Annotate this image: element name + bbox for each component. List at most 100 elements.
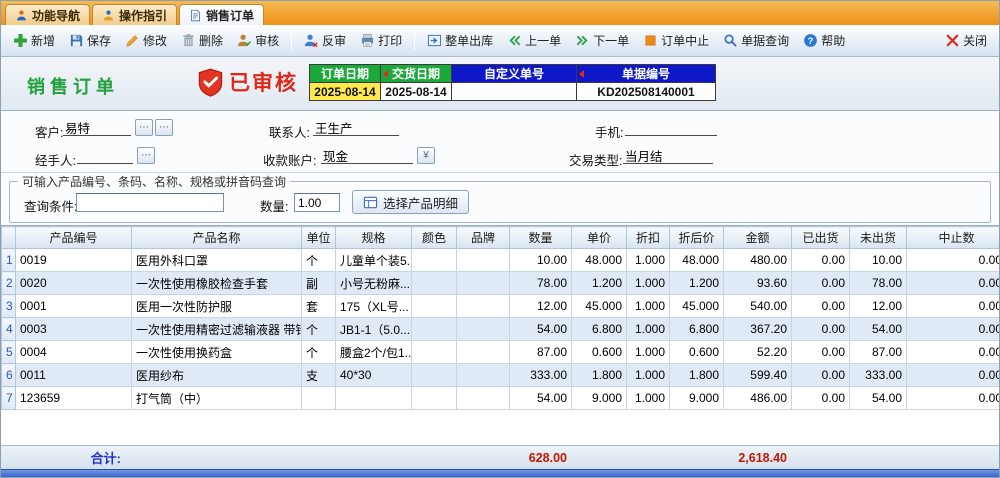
cell[interactable]: 个 — [302, 249, 336, 272]
cell[interactable]: 486.00 — [724, 387, 792, 410]
cell[interactable]: 45.000 — [670, 295, 724, 318]
row-number[interactable]: 7 — [2, 387, 16, 410]
tab-function-nav[interactable]: 功能导航 — [5, 4, 90, 25]
cell[interactable]: JB1-1（5.0... — [336, 318, 412, 341]
cell[interactable]: 0019 — [16, 249, 132, 272]
cell[interactable]: 0003 — [16, 318, 132, 341]
cell[interactable]: 0.00 — [907, 249, 1000, 272]
delete-button[interactable]: 删除 — [175, 28, 229, 53]
cell[interactable]: 0.600 — [670, 341, 724, 364]
unaudit-button[interactable]: 反审 — [298, 28, 352, 53]
cell[interactable]: 87.00 — [510, 341, 572, 364]
cell[interactable]: 1.800 — [670, 364, 724, 387]
cell[interactable]: 儿童单个装5... — [336, 249, 412, 272]
cell[interactable]: 小号无粉麻... — [336, 272, 412, 295]
column-header[interactable]: 颜色 — [412, 227, 457, 249]
cell[interactable]: 打气筒（中） — [132, 387, 302, 410]
cell[interactable]: 540.00 — [724, 295, 792, 318]
cell[interactable]: 1.000 — [627, 249, 670, 272]
column-header[interactable]: 折后价 — [670, 227, 724, 249]
cell[interactable]: 支 — [302, 364, 336, 387]
audit-button[interactable]: 审核 — [231, 28, 285, 53]
edit-button[interactable]: 修改 — [119, 28, 173, 53]
cell[interactable]: 333.00 — [510, 364, 572, 387]
cell[interactable]: 0.00 — [792, 295, 850, 318]
tab-sales-order[interactable]: 销售订单 — [179, 4, 264, 25]
cell[interactable]: 0.00 — [792, 341, 850, 364]
cell[interactable]: 1.200 — [572, 272, 627, 295]
cell[interactable]: 腰盒2个/包1... — [336, 341, 412, 364]
table-row[interactable]: 7123659打气筒（中）54.009.0001.0009.000486.000… — [2, 387, 1000, 410]
column-header[interactable]: 数量 — [510, 227, 572, 249]
cell[interactable]: 一次性使用精密过滤输液器 带针 — [132, 318, 302, 341]
row-number[interactable]: 2 — [2, 272, 16, 295]
cell[interactable]: 12.00 — [850, 295, 907, 318]
cell[interactable]: 0.00 — [792, 272, 850, 295]
column-header[interactable]: 中止数 — [907, 227, 1000, 249]
cell[interactable] — [412, 364, 457, 387]
cell[interactable]: 1.000 — [627, 318, 670, 341]
cell[interactable] — [412, 249, 457, 272]
doc-query-button[interactable]: 单据查询 — [717, 28, 795, 53]
print-button[interactable]: 打印 — [354, 28, 408, 53]
cell[interactable]: 0.00 — [792, 387, 850, 410]
cell[interactable]: 78.00 — [510, 272, 572, 295]
trade-type-field[interactable] — [623, 147, 713, 164]
cell[interactable]: 1.000 — [627, 295, 670, 318]
column-header[interactable]: 单位 — [302, 227, 336, 249]
abort-order-button[interactable]: 订单中止 — [637, 28, 715, 53]
cell[interactable]: 1.000 — [627, 272, 670, 295]
doc-no-value[interactable]: KD202508140001 — [576, 82, 716, 101]
cell[interactable]: 78.00 — [850, 272, 907, 295]
cell[interactable]: 52.20 — [724, 341, 792, 364]
cell[interactable]: 个 — [302, 318, 336, 341]
cell[interactable]: 10.00 — [510, 249, 572, 272]
cell[interactable] — [412, 318, 457, 341]
table-row[interactable]: 50004一次性使用换药盒个腰盒2个/包1...87.000.6001.0000… — [2, 341, 1000, 364]
table-row[interactable]: 20020一次性使用橡胶检查手套副小号无粉麻...78.001.2001.000… — [2, 272, 1000, 295]
cell[interactable]: 367.20 — [724, 318, 792, 341]
cell[interactable]: 175（XL号... — [336, 295, 412, 318]
cell[interactable]: 0020 — [16, 272, 132, 295]
column-header[interactable]: 产品编号 — [16, 227, 132, 249]
tab-operation-guide[interactable]: 操作指引 — [92, 4, 177, 25]
save-button[interactable]: 保存 — [63, 28, 117, 53]
cell[interactable]: 套 — [302, 295, 336, 318]
row-number[interactable]: 4 — [2, 318, 16, 341]
contact-field[interactable] — [313, 119, 399, 136]
cell[interactable]: 0.00 — [907, 318, 1000, 341]
condition-input[interactable] — [76, 193, 224, 212]
cell[interactable]: 0.00 — [907, 364, 1000, 387]
next-order-button[interactable]: 下一单 — [569, 28, 635, 53]
order-date-value[interactable]: 2025-08-14 — [309, 82, 381, 101]
cell[interactable]: 9.000 — [572, 387, 627, 410]
cell[interactable]: 1.000 — [627, 341, 670, 364]
cell[interactable] — [457, 318, 510, 341]
cell[interactable]: 副 — [302, 272, 336, 295]
cell[interactable]: 10.00 — [850, 249, 907, 272]
cell[interactable] — [457, 272, 510, 295]
cell[interactable]: 6.800 — [670, 318, 724, 341]
cell[interactable]: 0.00 — [792, 318, 850, 341]
cell[interactable]: 0.600 — [572, 341, 627, 364]
cell[interactable]: 6.800 — [572, 318, 627, 341]
column-header[interactable]: 产品名称 — [132, 227, 302, 249]
cell[interactable]: 0.00 — [792, 364, 850, 387]
cell[interactable] — [412, 272, 457, 295]
mobile-field[interactable] — [625, 119, 717, 136]
cell[interactable]: 54.00 — [510, 387, 572, 410]
cell[interactable]: 48.000 — [670, 249, 724, 272]
cell[interactable] — [412, 295, 457, 318]
cell[interactable]: 93.60 — [724, 272, 792, 295]
customer-field[interactable] — [63, 119, 131, 136]
cell[interactable]: 0011 — [16, 364, 132, 387]
handler-field[interactable] — [77, 147, 133, 164]
cell[interactable] — [412, 341, 457, 364]
table-row[interactable]: 60011医用纱布支40*30333.001.8001.0001.800599.… — [2, 364, 1000, 387]
cell[interactable]: 医用纱布 — [132, 364, 302, 387]
row-number[interactable]: 1 — [2, 249, 16, 272]
column-header[interactable]: 单价 — [572, 227, 627, 249]
delivery-date-value[interactable]: 2025-08-14 — [380, 82, 452, 101]
cell[interactable] — [457, 295, 510, 318]
cell[interactable]: 123659 — [16, 387, 132, 410]
